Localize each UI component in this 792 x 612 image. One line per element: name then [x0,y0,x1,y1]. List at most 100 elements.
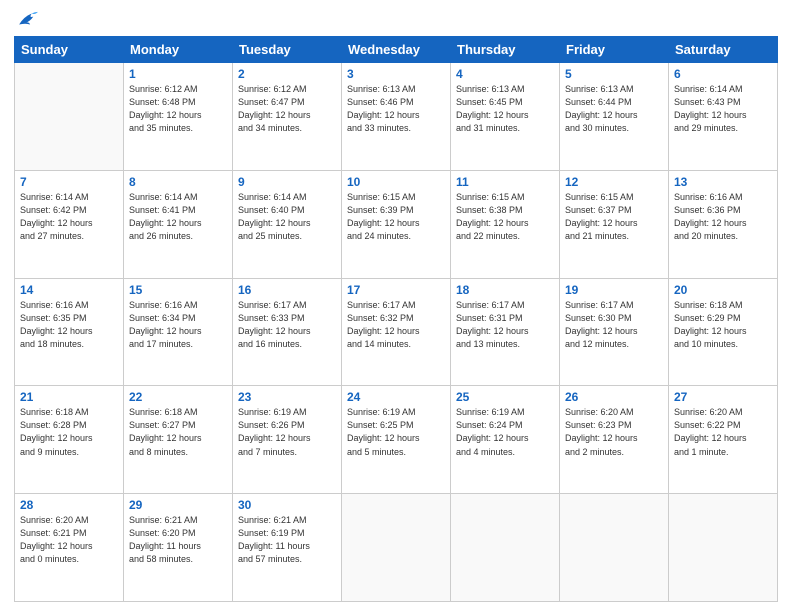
day-info: Sunrise: 6:19 AM Sunset: 6:24 PM Dayligh… [456,406,554,458]
day-number: 25 [456,390,554,404]
calendar-cell: 2 Sunrise: 6:12 AM Sunset: 6:47 PM Daylig… [233,63,342,171]
day-number: 6 [674,67,772,81]
day-info: Sunrise: 6:15 AM Sunset: 6:39 PM Dayligh… [347,191,445,243]
day-number: 4 [456,67,554,81]
calendar-cell: 21 Sunrise: 6:18 AM Sunset: 6:28 PM Dayli… [15,386,124,494]
day-number: 3 [347,67,445,81]
day-number: 11 [456,175,554,189]
calendar-cell: 8 Sunrise: 6:14 AM Sunset: 6:41 PM Daylig… [124,170,233,278]
calendar-cell: 6 Sunrise: 6:14 AM Sunset: 6:43 PM Daylig… [669,63,778,171]
calendar-cell: 14 Sunrise: 6:16 AM Sunset: 6:35 PM Dayli… [15,278,124,386]
day-number: 27 [674,390,772,404]
day-info: Sunrise: 6:12 AM Sunset: 6:47 PM Dayligh… [238,83,336,135]
calendar-header-cell: Sunday [15,37,124,63]
day-info: Sunrise: 6:14 AM Sunset: 6:43 PM Dayligh… [674,83,772,135]
calendar-cell: 13 Sunrise: 6:16 AM Sunset: 6:36 PM Dayli… [669,170,778,278]
calendar-week-row: 7Sunrise: 6:14 AM Sunset: 6:42 PM Daylig… [15,170,778,278]
page: SundayMondayTuesdayWednesdayThursdayFrid… [0,0,792,612]
calendar-cell: 28Sunrise: 6:20 AM Sunset: 6:21 PM Dayli… [15,494,124,602]
calendar-cell [451,494,560,602]
day-info: Sunrise: 6:13 AM Sunset: 6:44 PM Dayligh… [565,83,663,135]
calendar-cell: 30 Sunrise: 6:21 AM Sunset: 6:19 PM Dayli… [233,494,342,602]
calendar-cell: 24 Sunrise: 6:19 AM Sunset: 6:25 PM Dayli… [342,386,451,494]
logo-bird-icon [16,10,38,28]
day-number: 14 [20,283,118,297]
calendar-cell: 1 Sunrise: 6:12 AM Sunset: 6:48 PM Daylig… [124,63,233,171]
calendar-cell: 27Sunrise: 6:20 AM Sunset: 6:22 PM Dayli… [669,386,778,494]
calendar-cell: 26 Sunrise: 6:20 AM Sunset: 6:23 PM Dayli… [560,386,669,494]
day-number: 2 [238,67,336,81]
header [14,10,778,28]
day-number: 28 [20,498,118,512]
calendar-cell: 4 Sunrise: 6:13 AM Sunset: 6:45 PM Daylig… [451,63,560,171]
calendar-cell: 15Sunrise: 6:16 AM Sunset: 6:34 PM Dayli… [124,278,233,386]
calendar-header-cell: Saturday [669,37,778,63]
calendar-cell: 5 Sunrise: 6:13 AM Sunset: 6:44 PM Daylig… [560,63,669,171]
calendar-week-row: 14 Sunrise: 6:16 AM Sunset: 6:35 PM Dayli… [15,278,778,386]
calendar-cell: 25 Sunrise: 6:19 AM Sunset: 6:24 PM Dayli… [451,386,560,494]
day-info: Sunrise: 6:17 AM Sunset: 6:30 PM Dayligh… [565,299,663,351]
calendar-cell: 11 Sunrise: 6:15 AM Sunset: 6:38 PM Dayli… [451,170,560,278]
day-info: Sunrise: 6:13 AM Sunset: 6:46 PM Dayligh… [347,83,445,135]
day-info: Sunrise: 6:21 AM Sunset: 6:19 PM Dayligh… [238,514,336,566]
calendar-header-cell: Monday [124,37,233,63]
day-info: Sunrise: 6:12 AM Sunset: 6:48 PM Dayligh… [129,83,227,135]
calendar-cell: 12 Sunrise: 6:15 AM Sunset: 6:37 PM Dayli… [560,170,669,278]
day-info: Sunrise: 6:18 AM Sunset: 6:27 PM Dayligh… [129,406,227,458]
day-info: Sunrise: 6:15 AM Sunset: 6:37 PM Dayligh… [565,191,663,243]
calendar-week-row: 28Sunrise: 6:20 AM Sunset: 6:21 PM Dayli… [15,494,778,602]
day-info: Sunrise: 6:16 AM Sunset: 6:36 PM Dayligh… [674,191,772,243]
day-info: Sunrise: 6:14 AM Sunset: 6:41 PM Dayligh… [129,191,227,243]
calendar-cell: 18Sunrise: 6:17 AM Sunset: 6:31 PM Dayli… [451,278,560,386]
calendar-cell: 23Sunrise: 6:19 AM Sunset: 6:26 PM Dayli… [233,386,342,494]
day-number: 29 [129,498,227,512]
calendar-cell: 17Sunrise: 6:17 AM Sunset: 6:32 PM Dayli… [342,278,451,386]
calendar-header-row: SundayMondayTuesdayWednesdayThursdayFrid… [15,37,778,63]
day-info: Sunrise: 6:16 AM Sunset: 6:35 PM Dayligh… [20,299,118,351]
logo [14,10,38,28]
day-info: Sunrise: 6:14 AM Sunset: 6:40 PM Dayligh… [238,191,336,243]
day-number: 21 [20,390,118,404]
day-number: 16 [238,283,336,297]
day-info: Sunrise: 6:17 AM Sunset: 6:32 PM Dayligh… [347,299,445,351]
day-info: Sunrise: 6:15 AM Sunset: 6:38 PM Dayligh… [456,191,554,243]
calendar-cell: 29 Sunrise: 6:21 AM Sunset: 6:20 PM Dayli… [124,494,233,602]
calendar-header-cell: Thursday [451,37,560,63]
calendar-cell [15,63,124,171]
calendar-cell: 9Sunrise: 6:14 AM Sunset: 6:40 PM Daylig… [233,170,342,278]
calendar-cell: 3 Sunrise: 6:13 AM Sunset: 6:46 PM Daylig… [342,63,451,171]
day-info: Sunrise: 6:19 AM Sunset: 6:25 PM Dayligh… [347,406,445,458]
day-number: 22 [129,390,227,404]
day-number: 5 [565,67,663,81]
day-number: 24 [347,390,445,404]
day-number: 19 [565,283,663,297]
day-number: 12 [565,175,663,189]
day-info: Sunrise: 6:20 AM Sunset: 6:23 PM Dayligh… [565,406,663,458]
day-number: 20 [674,283,772,297]
day-number: 10 [347,175,445,189]
calendar-table: SundayMondayTuesdayWednesdayThursdayFrid… [14,36,778,602]
calendar-header-cell: Tuesday [233,37,342,63]
day-number: 1 [129,67,227,81]
calendar-week-row: 21 Sunrise: 6:18 AM Sunset: 6:28 PM Dayli… [15,386,778,494]
day-info: Sunrise: 6:17 AM Sunset: 6:33 PM Dayligh… [238,299,336,351]
calendar-cell: 7Sunrise: 6:14 AM Sunset: 6:42 PM Daylig… [15,170,124,278]
calendar-cell: 22 Sunrise: 6:18 AM Sunset: 6:27 PM Dayli… [124,386,233,494]
calendar-cell [560,494,669,602]
calendar-cell: 19 Sunrise: 6:17 AM Sunset: 6:30 PM Dayli… [560,278,669,386]
calendar-cell: 20 Sunrise: 6:18 AM Sunset: 6:29 PM Dayli… [669,278,778,386]
calendar-cell: 10 Sunrise: 6:15 AM Sunset: 6:39 PM Dayli… [342,170,451,278]
calendar-cell [669,494,778,602]
day-number: 26 [565,390,663,404]
day-number: 15 [129,283,227,297]
day-number: 13 [674,175,772,189]
day-info: Sunrise: 6:18 AM Sunset: 6:28 PM Dayligh… [20,406,118,458]
calendar-header-cell: Friday [560,37,669,63]
calendar-week-row: 1 Sunrise: 6:12 AM Sunset: 6:48 PM Daylig… [15,63,778,171]
day-info: Sunrise: 6:14 AM Sunset: 6:42 PM Dayligh… [20,191,118,243]
day-number: 8 [129,175,227,189]
day-number: 30 [238,498,336,512]
day-info: Sunrise: 6:18 AM Sunset: 6:29 PM Dayligh… [674,299,772,351]
day-info: Sunrise: 6:13 AM Sunset: 6:45 PM Dayligh… [456,83,554,135]
day-info: Sunrise: 6:21 AM Sunset: 6:20 PM Dayligh… [129,514,227,566]
